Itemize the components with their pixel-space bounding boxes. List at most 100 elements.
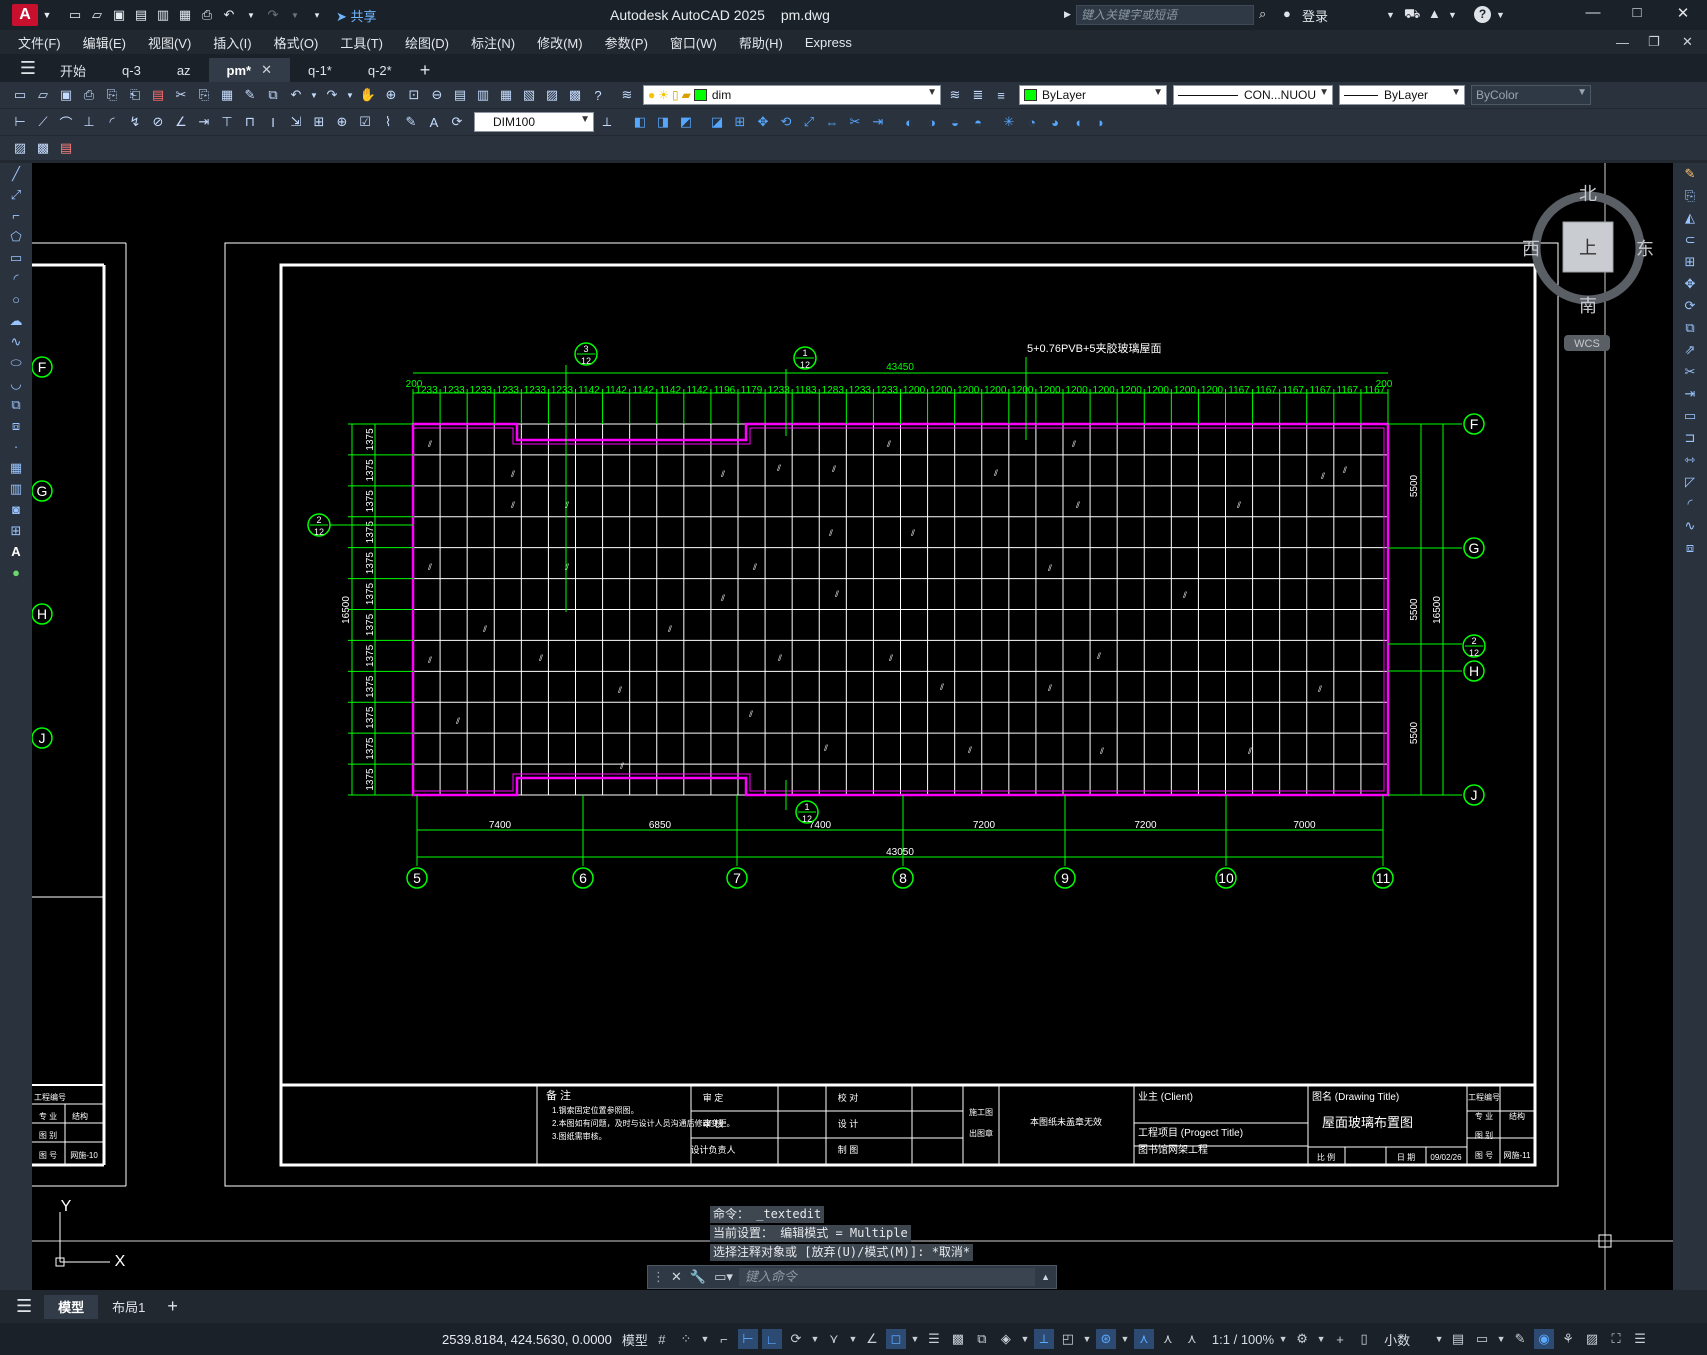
tab-close-icon[interactable]: ✕ bbox=[261, 62, 272, 78]
circle-icon[interactable]: ○ bbox=[0, 289, 32, 310]
match-properties-icon[interactable]: ✎ bbox=[240, 85, 260, 105]
arc-length-icon[interactable]: ⌒ bbox=[56, 112, 76, 132]
dynamic-ucs-icon[interactable]: ⟂ bbox=[1033, 1329, 1054, 1349]
make-current-layer-icon[interactable]: ≋ bbox=[945, 85, 965, 105]
ordinate-dim-icon[interactable]: ⊥ bbox=[79, 112, 99, 132]
tab-menu-icon[interactable]: ☰ bbox=[14, 56, 42, 82]
search-input[interactable]: 键入关键字或短语 bbox=[1076, 5, 1254, 25]
customize-command-icon[interactable]: 🔧 bbox=[690, 1269, 706, 1285]
copy-icon[interactable]: ⎘ bbox=[194, 85, 214, 105]
workspace-gear-icon[interactable]: ⚙ bbox=[1292, 1329, 1312, 1349]
mirror-tool-icon[interactable]: ◭ bbox=[1673, 207, 1707, 229]
open-file-icon[interactable]: ▱ bbox=[88, 6, 106, 24]
doc-restore-button[interactable]: ❐ bbox=[1648, 34, 1660, 50]
open-icon[interactable]: ▱ bbox=[33, 85, 53, 105]
publish-icon[interactable]: ⎗ bbox=[125, 85, 145, 105]
auto-scale-icon[interactable]: ⋏ bbox=[1158, 1329, 1178, 1349]
dim-text-edit-icon[interactable]: A bbox=[424, 112, 444, 132]
tab-az[interactable]: az bbox=[159, 58, 209, 82]
chamfer-tool-icon[interactable]: ◸ bbox=[1673, 471, 1707, 493]
move-tool-icon[interactable]: ✥ bbox=[1673, 273, 1707, 295]
insert-block-icon[interactable]: ⧉ bbox=[0, 394, 32, 415]
ellipse-arc-icon[interactable]: ◡ bbox=[0, 373, 32, 394]
isolate-objects-icon[interactable]: ✎ bbox=[1510, 1329, 1530, 1349]
share-button[interactable]: ➤ 共享 bbox=[336, 6, 377, 25]
plot-icon[interactable]: ⎙ bbox=[198, 6, 216, 24]
menu-modify[interactable]: 修改(M) bbox=[537, 33, 583, 52]
tool-palettes-icon[interactable]: ▦ bbox=[496, 85, 516, 105]
units-icon[interactable]: ▯ bbox=[1354, 1329, 1374, 1349]
polar-tracking-icon[interactable]: ⟳ bbox=[786, 1329, 806, 1349]
osnap-dropdown-icon[interactable]: ▼ bbox=[910, 1329, 920, 1349]
center-mark-icon[interactable]: ⊕ bbox=[332, 112, 352, 132]
grid-icon[interactable]: # bbox=[652, 1329, 672, 1349]
aligned-dim-icon[interactable]: ⟋ bbox=[33, 112, 53, 132]
menu-edit[interactable]: 编辑(E) bbox=[83, 33, 126, 52]
chevron-down-icon[interactable]: ▼ bbox=[1451, 87, 1461, 98]
break-tool-icon[interactable]: ⊐ bbox=[1673, 427, 1707, 449]
scale-tool-icon[interactable]: ⧉ bbox=[1673, 317, 1707, 339]
model-space-button[interactable]: 模型 bbox=[622, 1330, 648, 1349]
zoom-window-icon[interactable]: ⊡ bbox=[404, 85, 424, 105]
autocad-logo[interactable]: A bbox=[12, 4, 38, 26]
chevron-down-icon[interactable]: ▼ bbox=[1319, 87, 1329, 98]
dim-space-icon[interactable]: Ι bbox=[263, 112, 283, 132]
extend-tool-icon[interactable]: ⇥ bbox=[1673, 383, 1707, 405]
3d-osnap-icon[interactable]: ◈ bbox=[996, 1329, 1016, 1349]
recent-commands-icon[interactable]: ▭▾ bbox=[714, 1269, 733, 1285]
workspace-dropdown-icon[interactable]: ▼ bbox=[1316, 1329, 1326, 1349]
units-dropdown-icon[interactable]: ▼ bbox=[1434, 1329, 1444, 1349]
selection-cycling-icon[interactable]: ⧉ bbox=[972, 1329, 992, 1349]
fullscreen-icon[interactable]: ⛶ bbox=[1606, 1329, 1626, 1349]
iso-dropdown-icon[interactable]: ▼ bbox=[848, 1329, 858, 1349]
undo-dropdown-icon[interactable]: ▼ bbox=[242, 6, 260, 24]
tab-layout1[interactable]: 布局1 bbox=[98, 1295, 159, 1319]
clean-screen-icon[interactable]: ▨ bbox=[1582, 1329, 1602, 1349]
quickcalc-icon[interactable]: ▩ bbox=[565, 85, 585, 105]
fillet-icon[interactable]: ◓ bbox=[968, 112, 988, 132]
lock-dropdown-icon[interactable]: ▼ bbox=[1496, 1329, 1506, 1349]
tab-start[interactable]: 开始 bbox=[42, 58, 104, 82]
explode-tool-icon[interactable]: ⧈ bbox=[1673, 537, 1707, 559]
redo-dropdown-icon[interactable]: ▼ bbox=[345, 85, 355, 105]
construction-line-icon[interactable]: ⤢ bbox=[0, 184, 32, 205]
trim-tool-icon[interactable]: ✂ bbox=[1673, 361, 1707, 383]
menu-dimension[interactable]: 标注(N) bbox=[471, 33, 515, 52]
layer-previous-icon[interactable]: ≣ bbox=[968, 85, 988, 105]
dim-edit-icon[interactable]: ✎ bbox=[401, 112, 421, 132]
color-dropdown[interactable]: ByLayer ▼ bbox=[1019, 85, 1167, 105]
add-selected-icon[interactable]: ● bbox=[0, 562, 32, 583]
linear-dim-icon[interactable]: ⊢ bbox=[10, 112, 30, 132]
blend-tool-icon[interactable]: ∿ bbox=[1673, 515, 1707, 537]
angular-dim-icon[interactable]: ∠ bbox=[171, 112, 191, 132]
drawing-canvas[interactable]: ⫽ ⫽ ⫽ ⫽ ⫽ ⫽ ⫽ ⫽ ⫽ ⫽ ⫽ ⫽ ⫽ ⫽ ⫽ ⫽ ⫽ ⫽ ⫽ ⫽ ⫽ ⫽ ⫽ ⫽ ⫽ ⫽ ⫽ ⫽ ⫽ ⫽ ⫽ ⫽ ⫽ ⫽ ⫽ ⫽ ⫽ ⫽ ⫽ ⫽… bbox=[32, 163, 1673, 1290]
help-icon[interactable]: ? bbox=[588, 85, 608, 105]
app-menu-arrow-icon[interactable]: ▼ bbox=[38, 6, 56, 24]
continue-dim-icon[interactable]: ⊓ bbox=[240, 112, 260, 132]
fillet-tool-icon[interactable]: ◜ bbox=[1673, 493, 1707, 515]
publish-icon[interactable]: ▥ bbox=[154, 6, 172, 24]
redo-icon[interactable]: ↷ bbox=[264, 6, 282, 24]
rectangle-icon[interactable]: ▭ bbox=[0, 247, 32, 268]
zoom-previous-icon[interactable]: ⊖ bbox=[427, 85, 447, 105]
tab-q-1[interactable]: q-1* bbox=[290, 58, 350, 82]
customize-status-icon[interactable]: ☰ bbox=[1630, 1329, 1650, 1349]
gizmo-icon[interactable]: ⊛ bbox=[1095, 1329, 1116, 1349]
layer-dropdown[interactable]: ● ☀ ▯ ▰ dim ▼ bbox=[643, 85, 941, 105]
polygon-icon[interactable]: ⬠ bbox=[0, 226, 32, 247]
minimize-button[interactable]: — bbox=[1578, 4, 1608, 26]
menu-draw[interactable]: 绘图(D) bbox=[405, 33, 449, 52]
filter-dropdown-icon[interactable]: ▼ bbox=[1082, 1329, 1092, 1349]
undo-icon[interactable]: ↶ bbox=[286, 85, 306, 105]
menu-insert[interactable]: 插入(I) bbox=[213, 33, 251, 52]
radius-dim-icon[interactable]: ◜ bbox=[102, 112, 122, 132]
break-point-tool-icon[interactable]: ▭ bbox=[1673, 405, 1707, 427]
object-snap-tracking-icon[interactable]: ∠ bbox=[862, 1329, 882, 1349]
table-icon[interactable]: ⊞ bbox=[0, 520, 32, 541]
quick-properties-icon[interactable]: ▤ bbox=[1448, 1329, 1468, 1349]
object-snap-icon[interactable]: ◻ bbox=[885, 1329, 906, 1349]
lock-ui-icon[interactable]: ▭ bbox=[1472, 1329, 1492, 1349]
tab-q-2[interactable]: q-2* bbox=[350, 58, 410, 82]
region-icon[interactable]: ◙ bbox=[0, 499, 32, 520]
block-editor-icon[interactable]: ⧉ bbox=[263, 85, 283, 105]
